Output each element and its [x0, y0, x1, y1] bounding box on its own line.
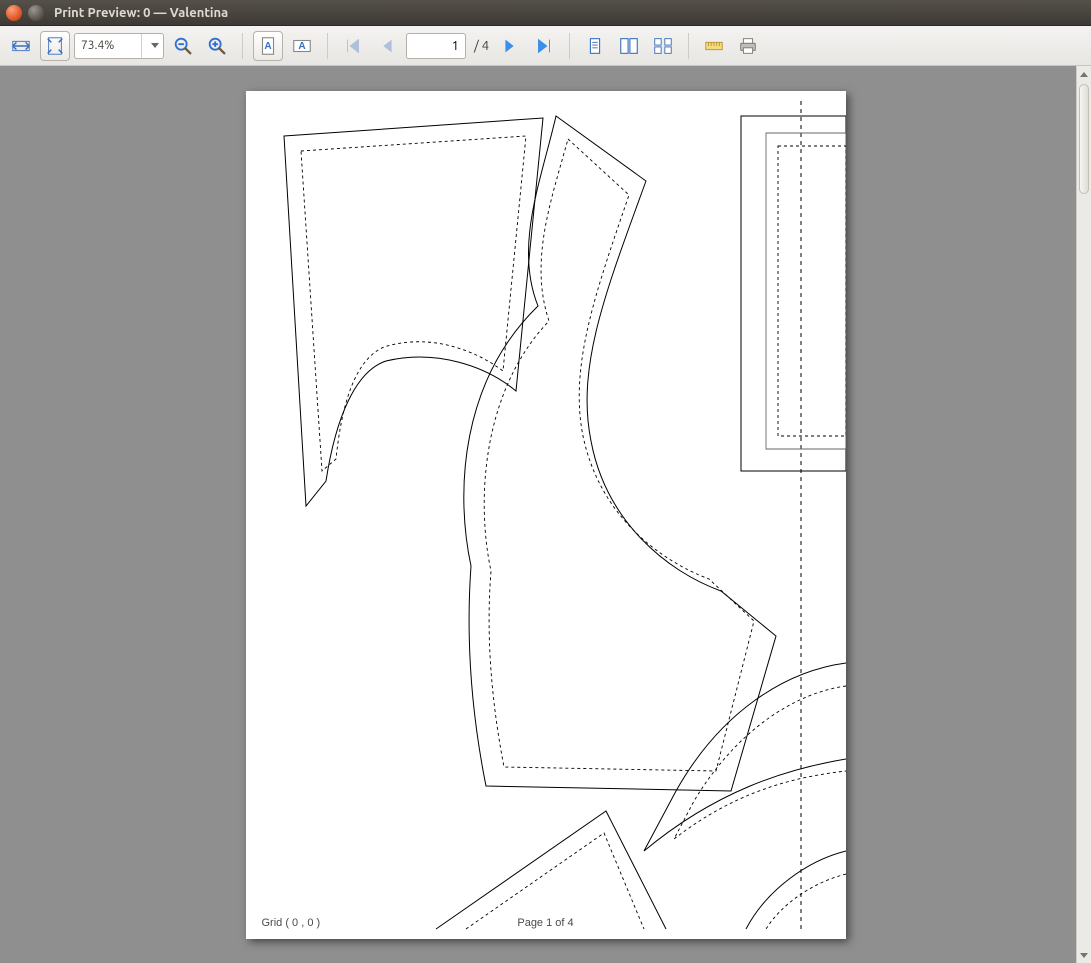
preview-page: Grid ( 0 , 0 ) Page 1 of 4	[246, 91, 846, 939]
first-page-button[interactable]	[338, 31, 368, 61]
zoom-out-icon	[172, 35, 194, 57]
overview-pages-icon	[652, 35, 674, 57]
page-total-label: / 4	[470, 39, 491, 53]
facing-pages-icon	[618, 35, 640, 57]
toolbar-separator	[327, 33, 328, 59]
facing-pages-view-button[interactable]	[614, 31, 644, 61]
page-number-input[interactable]	[406, 33, 466, 59]
window-close-button[interactable]	[6, 5, 22, 21]
svg-text:A: A	[264, 40, 272, 51]
print-button[interactable]	[733, 31, 763, 61]
single-page-view-button[interactable]	[580, 31, 610, 61]
first-page-icon	[342, 35, 364, 57]
scroll-thumb[interactable]	[1079, 84, 1089, 194]
scroll-up-button[interactable]	[1077, 66, 1091, 82]
last-page-icon	[533, 35, 555, 57]
single-page-icon	[584, 35, 606, 57]
toolbar-separator	[569, 33, 570, 59]
print-preview-toolbar: 73.4% A A	[0, 26, 1091, 66]
chevron-down-icon	[151, 43, 159, 48]
svg-text:A: A	[298, 40, 306, 51]
zoom-level-combobox[interactable]: 73.4%	[74, 33, 164, 59]
zoom-in-button[interactable]	[202, 31, 232, 61]
fit-page-button[interactable]	[40, 31, 70, 61]
vertical-scrollbar[interactable]	[1076, 66, 1091, 963]
landscape-orientation-button[interactable]: A	[287, 31, 317, 61]
window-titlebar: Print Preview: 0 — Valentina	[0, 0, 1091, 26]
zoom-in-icon	[206, 35, 228, 57]
ruler-icon	[703, 35, 725, 57]
overview-pages-view-button[interactable]	[648, 31, 678, 61]
page-setup-button[interactable]	[699, 31, 729, 61]
scroll-down-button[interactable]	[1077, 947, 1091, 963]
previous-page-button[interactable]	[372, 31, 402, 61]
next-page-icon	[499, 35, 521, 57]
portrait-orientation-button[interactable]: A	[253, 31, 283, 61]
zoom-out-button[interactable]	[168, 31, 198, 61]
zoom-level-value: 73.4%	[81, 39, 114, 52]
preview-canvas[interactable]: Grid ( 0 , 0 ) Page 1 of 4	[0, 66, 1091, 963]
fit-width-icon	[10, 35, 32, 57]
toolbar-separator	[242, 33, 243, 59]
toolbar-separator	[688, 33, 689, 59]
landscape-page-icon: A	[291, 35, 313, 57]
window-title: Print Preview: 0 — Valentina	[54, 6, 228, 20]
printer-icon	[737, 35, 759, 57]
portrait-page-icon: A	[257, 35, 279, 57]
fit-width-button[interactable]	[6, 31, 36, 61]
next-page-button[interactable]	[495, 31, 525, 61]
grid-position-label: Grid ( 0 , 0 )	[262, 917, 321, 929]
fit-page-icon	[44, 35, 66, 57]
page-number-label: Page 1 of 4	[517, 917, 573, 929]
pattern-drawing	[246, 91, 846, 939]
window-minimize-button[interactable]	[28, 5, 44, 21]
last-page-button[interactable]	[529, 31, 559, 61]
previous-page-icon	[376, 35, 398, 57]
